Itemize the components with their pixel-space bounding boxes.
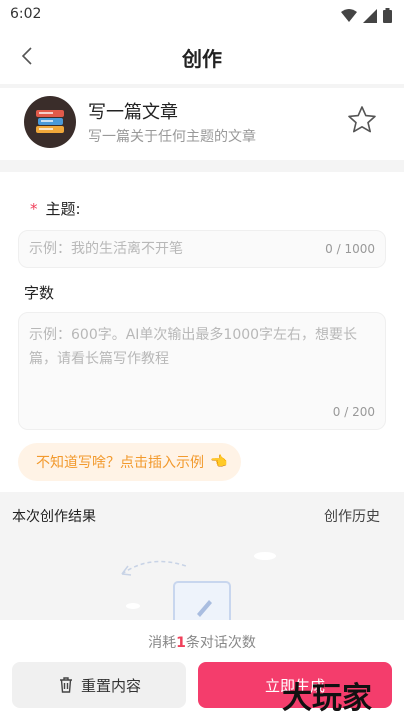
trash-icon [59,677,72,693]
status-icons [341,8,392,23]
page-title: 创作 [182,47,222,71]
watermark-logo: 大玩家 [282,681,372,716]
topic-placeholder: 示例：我的生活离不开笔 [29,241,183,257]
pointing-hand-icon: 👈 [210,454,228,470]
wordcount-placeholder: 示例：600字。AI单次输出最多1000字左右，想要长篇，请看长篇写作教程 [29,327,358,367]
book-stack-icon [24,96,76,148]
topic-counter: 0 / 1000 [325,242,375,256]
svg-text:大玩家: 大玩家 [282,681,372,716]
tool-title: 写一篇文章 [88,102,178,123]
topic-label-text: 主题: [45,200,81,218]
wordcount-textarea[interactable]: 示例：600字。AI单次输出最多1000字左右，想要长篇，请看长篇写作教程 0 … [18,312,386,430]
bottom-bar: 消耗1条对话次数 重置内容 立即生成 大玩家 [0,620,404,720]
insert-example-label: 不知道写啥？点击插入示例 [36,455,204,471]
cost-suffix: 条对话次数 [185,635,256,651]
topic-input[interactable]: 示例：我的生活离不开笔 0 / 1000 [18,230,386,268]
favorite-star-icon[interactable] [346,104,378,136]
tool-card: 写一篇文章 写一篇关于任何主题的文章 [0,88,404,160]
results-section: 本次创作结果 创作历史 [0,496,404,620]
reset-button-label: 重置内容 [80,676,141,695]
empty-state-illustration [121,552,276,620]
wifi-icon [341,8,357,22]
navigation-bar: 创作 [0,30,404,84]
reset-button[interactable]: 重置内容 [12,662,186,708]
battery-icon [383,8,392,23]
required-mark: * [30,200,38,218]
cost-prefix: 消耗 [148,635,177,651]
wordcount-counter: 0 / 200 [332,405,375,419]
cost-number: 1 [176,635,186,651]
status-time: 6:02 [10,6,42,22]
topic-label: * 主题: [30,198,81,219]
status-bar: 6:02 [0,0,404,30]
wordcount-label: 字数 [24,284,55,302]
cost-info: 消耗1条对话次数 [0,632,404,652]
cellular-icon [363,8,377,23]
insert-example-button[interactable]: 不知道写啥？点击插入示例 👈 [18,443,242,481]
tool-subtitle: 写一篇关于任何主题的文章 [88,129,256,145]
